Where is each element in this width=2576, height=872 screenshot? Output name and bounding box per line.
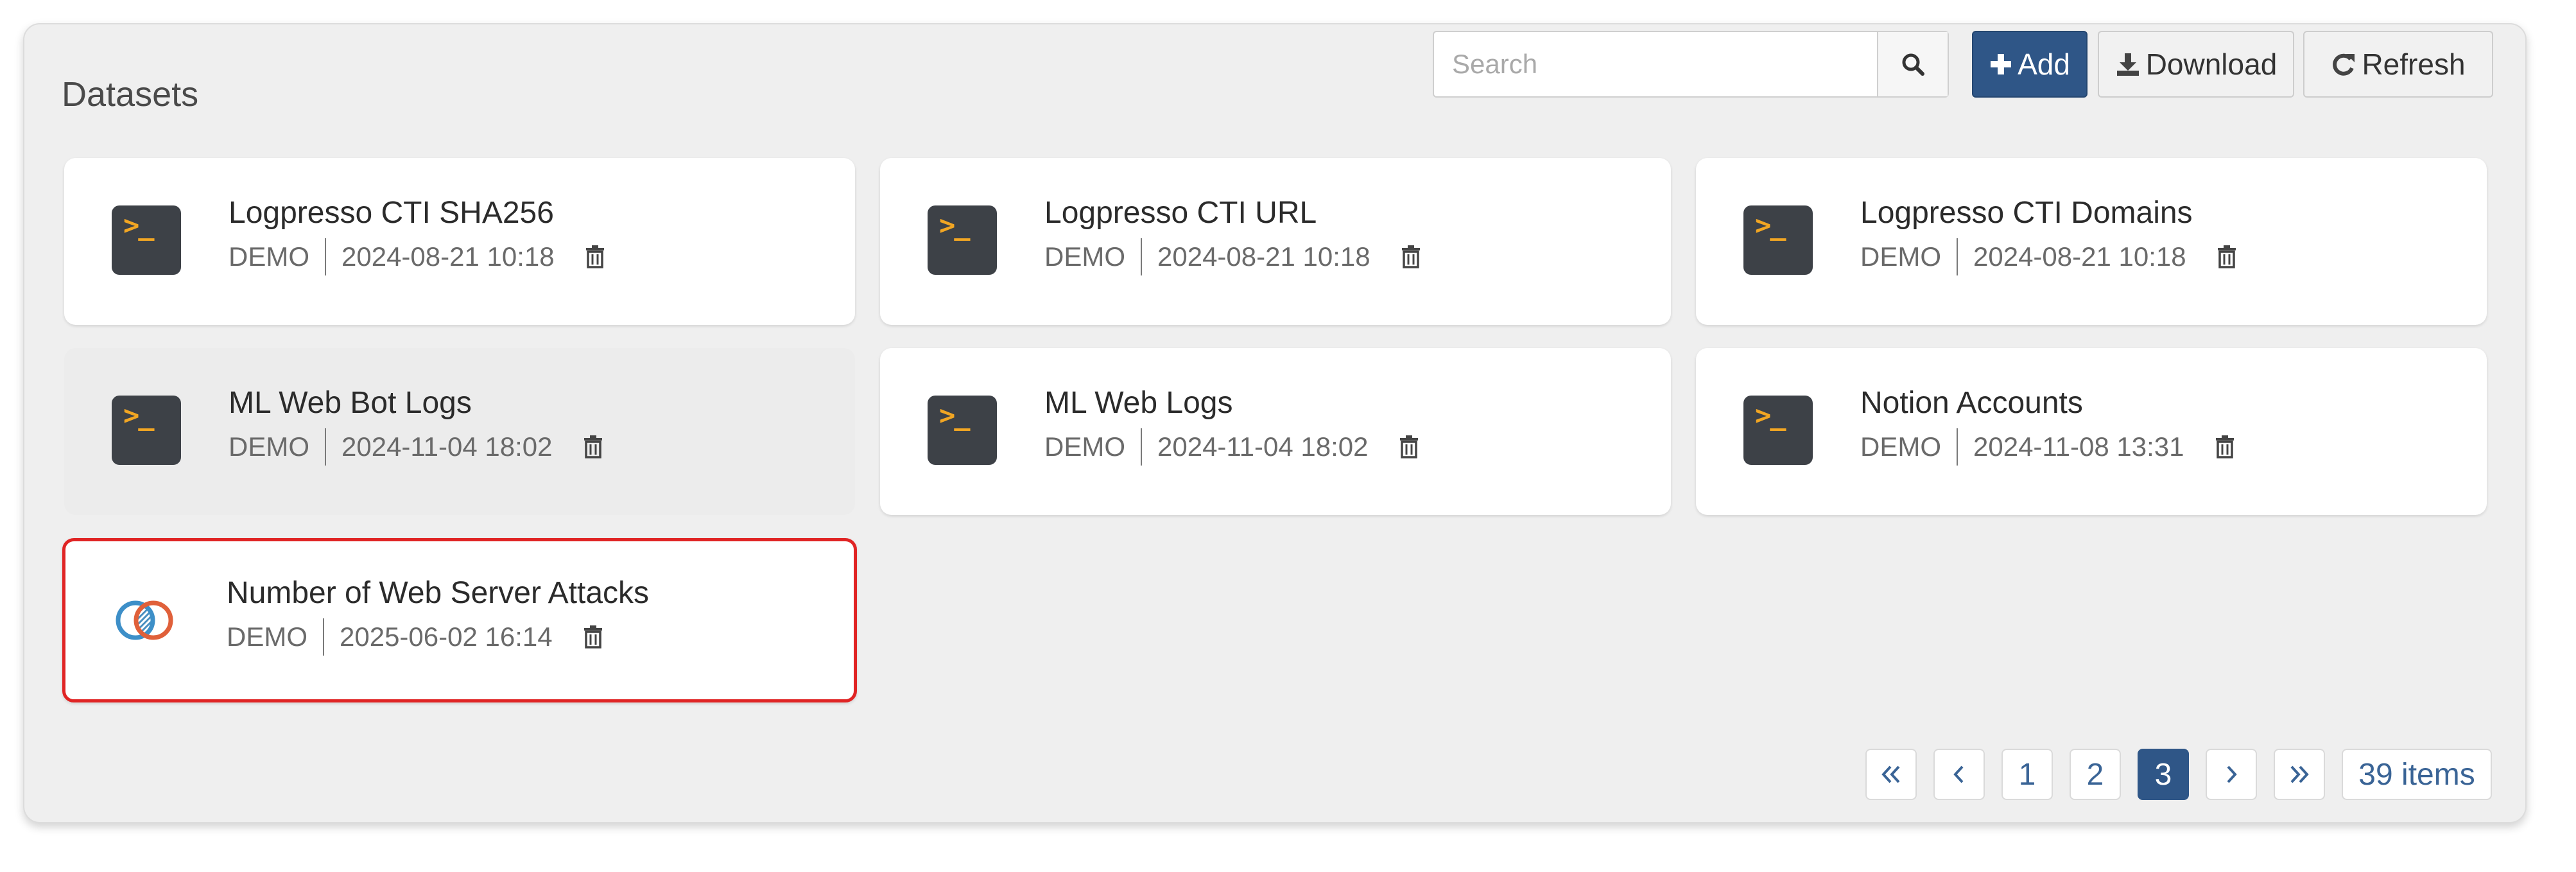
terminal-icon: >_: [928, 205, 997, 275]
dataset-owner: DEMO: [1044, 241, 1125, 272]
add-button-label: Add: [2018, 48, 2070, 81]
chevron-right-icon: [2227, 765, 2237, 783]
trash-icon[interactable]: [2215, 435, 2235, 458]
next-page-button[interactable]: [2206, 749, 2257, 800]
dataset-meta: DEMO 2024-08-21 10:18: [1860, 238, 2236, 276]
dataset-updated: 2024-08-21 10:18: [1973, 241, 2186, 272]
download-button-label: Download: [2145, 48, 2278, 81]
trash-icon[interactable]: [2217, 245, 2236, 268]
meta-divider: [1957, 238, 1958, 275]
dataset-card[interactable]: >_ Notion Accounts DEMO 2024-11-08 13:31: [1696, 348, 2487, 515]
dataset-updated: 2024-11-04 18:02: [341, 432, 553, 462]
dataset-card[interactable]: Number of Web Server Attacks DEMO 2025-0…: [62, 538, 857, 702]
dataset-updated: 2024-08-21 10:18: [1157, 241, 1370, 272]
add-button[interactable]: Add: [1972, 31, 2088, 98]
dataset-name: ML Web Bot Logs: [229, 386, 472, 420]
dataset-card[interactable]: >_ ML Web Bot Logs DEMO 2024-11-04 18:02: [64, 348, 855, 515]
refresh-button[interactable]: Refresh: [2303, 31, 2493, 98]
terminal-icon: >_: [112, 205, 181, 275]
page-title: Datasets: [62, 75, 199, 114]
last-page-button[interactable]: [2274, 749, 2325, 800]
trash-icon[interactable]: [583, 625, 603, 649]
refresh-button-label: Refresh: [2362, 48, 2466, 81]
page-button-2[interactable]: 2: [2070, 749, 2121, 800]
dataset-name: Number of Web Server Attacks: [227, 576, 650, 610]
dataset-meta: DEMO 2024-11-04 18:02: [229, 428, 603, 466]
prev-page-button[interactable]: [1933, 749, 1985, 800]
trash-icon[interactable]: [1401, 245, 1421, 268]
plus-icon: [1991, 54, 2012, 74]
terminal-icon: >_: [1743, 396, 1813, 465]
dataset-owner: DEMO: [1860, 432, 1941, 462]
refresh-icon: [2333, 53, 2355, 76]
dataset-updated: 2024-11-08 13:31: [1973, 432, 2184, 462]
meta-divider: [323, 618, 324, 656]
download-button[interactable]: Download: [2098, 31, 2294, 98]
terminal-icon: >_: [112, 396, 181, 465]
dataset-name: Logpresso CTI SHA256: [229, 196, 554, 230]
dataset-updated: 2025-06-02 16:14: [340, 622, 553, 652]
dataset-card[interactable]: >_ Logpresso CTI Domains DEMO 2024-08-21…: [1696, 158, 2487, 325]
dataset-meta: DEMO 2024-11-04 18:02: [1044, 428, 1419, 466]
search-input[interactable]: [1434, 32, 1877, 96]
dataset-card[interactable]: >_ ML Web Logs DEMO 2024-11-04 18:02: [880, 348, 1671, 515]
dataset-name: Notion Accounts: [1860, 386, 2083, 420]
dataset-owner: DEMO: [227, 622, 307, 652]
meta-divider: [1141, 428, 1142, 466]
dataset-meta: DEMO 2024-08-21 10:18: [1044, 238, 1421, 276]
trash-icon[interactable]: [585, 245, 605, 268]
dataset-owner: DEMO: [229, 432, 309, 462]
page-button-3[interactable]: 3: [2138, 749, 2189, 800]
meta-divider: [325, 428, 326, 466]
dataset-card[interactable]: >_ Logpresso CTI URL DEMO 2024-08-21 10:…: [880, 158, 1671, 325]
dataset-updated: 2024-08-21 10:18: [341, 241, 555, 272]
dataset-meta: DEMO 2024-08-21 10:18: [229, 238, 605, 276]
trash-icon[interactable]: [1399, 435, 1419, 458]
trash-icon[interactable]: [583, 435, 603, 458]
search-button[interactable]: [1877, 32, 1948, 96]
dataset-owner: DEMO: [1860, 241, 1941, 272]
dataset-name: ML Web Logs: [1044, 386, 1233, 420]
terminal-icon: >_: [1743, 205, 1813, 275]
double-chevron-right-icon: [2290, 765, 2309, 783]
meta-divider: [1957, 428, 1958, 466]
dataset-updated: 2024-11-04 18:02: [1157, 432, 1369, 462]
dataset-name: Logpresso CTI URL: [1044, 196, 1317, 230]
dataset-meta: DEMO 2025-06-02 16:14: [227, 618, 603, 656]
download-icon: [2116, 53, 2139, 76]
total-items-label: 39 items: [2342, 749, 2492, 800]
dataset-owner: DEMO: [229, 241, 309, 272]
dataset-name: Logpresso CTI Domains: [1860, 196, 2193, 230]
page-button-1[interactable]: 1: [2001, 749, 2053, 800]
chevron-left-icon: [1953, 765, 1964, 783]
first-page-button[interactable]: [1865, 749, 1917, 800]
dataset-meta: DEMO 2024-11-08 13:31: [1860, 428, 2235, 466]
join-icon: [110, 586, 179, 655]
dataset-owner: DEMO: [1044, 432, 1125, 462]
search-icon: [1902, 53, 1924, 76]
meta-divider: [325, 238, 326, 275]
terminal-icon: >_: [928, 396, 997, 465]
dataset-card[interactable]: >_ Logpresso CTI SHA256 DEMO 2024-08-21 …: [64, 158, 855, 325]
double-chevron-left-icon: [1881, 765, 1900, 783]
search-box: [1433, 31, 1949, 98]
meta-divider: [1141, 238, 1142, 275]
